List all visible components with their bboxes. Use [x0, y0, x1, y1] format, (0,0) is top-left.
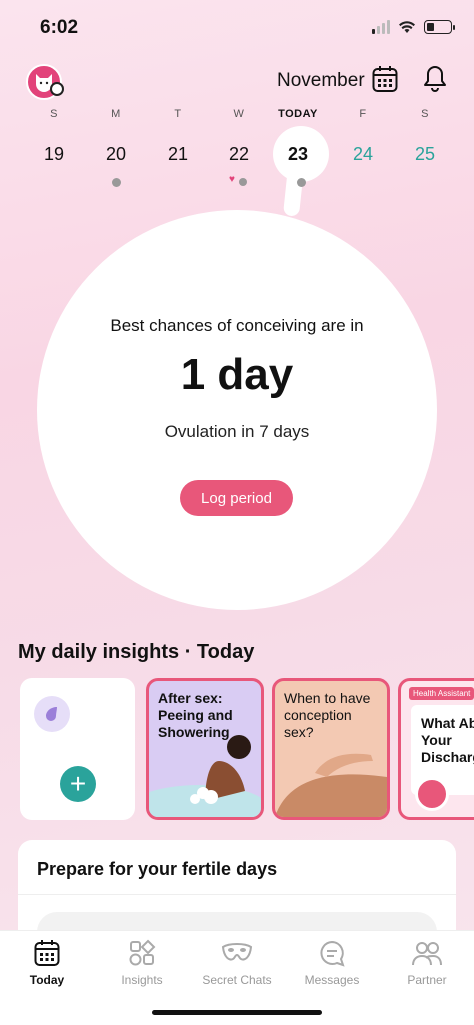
log-dot [239, 178, 247, 186]
story-card[interactable]: Health Assistant What About Your Dischar… [398, 678, 474, 820]
people-icon [412, 942, 442, 966]
story-card[interactable]: When to have conception sex? [272, 678, 390, 820]
heart-icon: ♥ [229, 174, 235, 185]
month-label[interactable]: November [277, 70, 365, 92]
calendar-icon [34, 940, 60, 966]
illustration-image [275, 753, 387, 817]
tab-today[interactable]: Today [0, 939, 94, 987]
story-card[interactable]: After sex: Peeing and Showering [146, 678, 264, 820]
status-time: 6:02 [40, 17, 79, 38]
signal-icon [372, 20, 390, 34]
tab-secret-chats[interactable]: Secret Chats [190, 939, 284, 987]
mask-icon [221, 943, 253, 961]
illustration-image [149, 735, 261, 817]
prediction-headline: Best chances of conceiving are in [110, 316, 364, 335]
day-wed[interactable]: W 22 [212, 108, 266, 165]
bell-icon[interactable] [423, 64, 447, 94]
log-dot [112, 178, 121, 187]
health-assistant-icon [415, 777, 449, 811]
day-mon[interactable]: M 20 [89, 108, 143, 165]
day-today[interactable]: TODAY 23 [271, 108, 325, 165]
log-period-button[interactable]: Log period [180, 480, 293, 516]
day-sat[interactable]: S 25 [398, 108, 452, 165]
add-button[interactable]: + [60, 766, 96, 802]
day-fri[interactable]: F 24 [336, 108, 390, 165]
ovulation-text: Ovulation in 7 days [164, 422, 310, 441]
calendar-icon[interactable] [372, 65, 398, 93]
tab-partner[interactable]: Partner [380, 939, 474, 987]
chat-bubble-icon [320, 940, 345, 967]
fertility-circle: Best chances of conceiving are in 1 day … [37, 210, 437, 610]
prepare-title: Prepare for your fertile days [37, 859, 278, 879]
tab-insights[interactable]: Insights [95, 939, 189, 987]
add-log-card[interactable]: + [20, 678, 135, 820]
log-dot [297, 178, 306, 187]
tab-messages[interactable]: Messages [285, 939, 379, 987]
insights-title: My daily insights · Today [18, 641, 255, 663]
prediction-value: 1 day [180, 350, 294, 399]
day-sun[interactable]: S 19 [27, 108, 81, 165]
battery-icon [424, 20, 455, 34]
day-tue[interactable]: T 21 [151, 108, 205, 165]
home-indicator [152, 1010, 322, 1015]
insights-carousel[interactable]: + After sex: Peeing and Showering When t… [20, 678, 474, 820]
status-bar: 6:02 [0, 0, 474, 56]
watch-badge-icon [50, 82, 64, 96]
wifi-icon [399, 21, 415, 33]
shapes-icon [129, 939, 156, 966]
drop-icon [34, 696, 70, 732]
